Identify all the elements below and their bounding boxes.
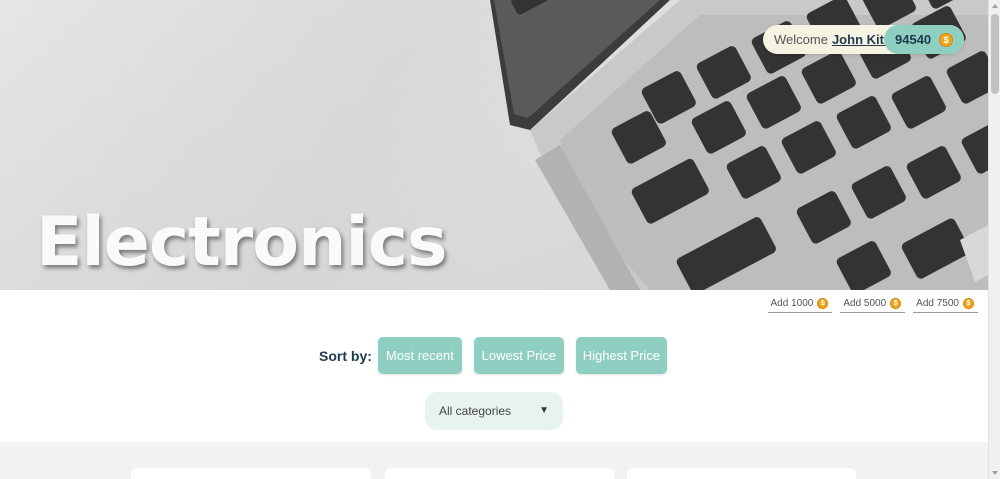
product-card[interactable] bbox=[385, 468, 614, 479]
category-select[interactable]: All categories ▼ bbox=[425, 392, 563, 430]
coin-icon: $ bbox=[963, 298, 974, 309]
scrollbar-thumb[interactable] bbox=[991, 14, 999, 94]
add-5000-link[interactable]: Add 5000 $ bbox=[840, 297, 906, 313]
page-title: Electronics bbox=[36, 203, 447, 282]
product-card[interactable] bbox=[627, 468, 856, 479]
filter-panel: Add 1000 $ Add 5000 $ Add 7500 $ Sort by… bbox=[0, 290, 988, 442]
user-name-link[interactable]: John Kite bbox=[832, 32, 891, 47]
coin-icon: $ bbox=[817, 298, 829, 309]
add-link-label: Add 1000 bbox=[770, 298, 814, 309]
scroll-up-arrow-icon[interactable] bbox=[989, 0, 1000, 12]
vertical-scrollbar[interactable] bbox=[988, 0, 1000, 479]
category-select-value: All categories bbox=[439, 404, 512, 418]
product-card[interactable] bbox=[131, 468, 371, 479]
sort-label: Sort by: bbox=[319, 347, 372, 364]
add-link-label: Add 5000 bbox=[843, 298, 887, 309]
page: Electronics Welcome John Kite ! 94540 $ … bbox=[0, 0, 988, 479]
add-1000-link[interactable]: Add 1000 $ bbox=[767, 297, 833, 313]
add-coins-links: Add 1000 $ Add 5000 $ Add 7500 $ bbox=[767, 297, 978, 313]
sort-highest-price-button[interactable]: Highest Price bbox=[575, 337, 667, 374]
coin-balance-value: 94540 bbox=[895, 32, 932, 47]
welcome-label: Welcome bbox=[774, 32, 828, 47]
coin-icon: $ bbox=[939, 32, 954, 47]
add-7500-link[interactable]: Add 7500 $ bbox=[913, 297, 978, 313]
add-link-label: Add 7500 bbox=[916, 298, 959, 309]
coin-icon: $ bbox=[890, 298, 902, 309]
sort-lowest-price-button[interactable]: Lowest Price bbox=[473, 337, 564, 374]
chevron-down-icon: ▼ bbox=[539, 405, 549, 416]
sort-most-recent-button[interactable]: Most recent bbox=[377, 337, 462, 374]
hero-banner: Electronics Welcome John Kite ! 94540 $ bbox=[0, 0, 988, 290]
sort-controls: Sort by: Most recent Lowest Price Highes… bbox=[319, 337, 679, 374]
scroll-down-arrow-icon[interactable] bbox=[989, 467, 1000, 479]
coin-balance: 94540 $ bbox=[884, 25, 964, 54]
